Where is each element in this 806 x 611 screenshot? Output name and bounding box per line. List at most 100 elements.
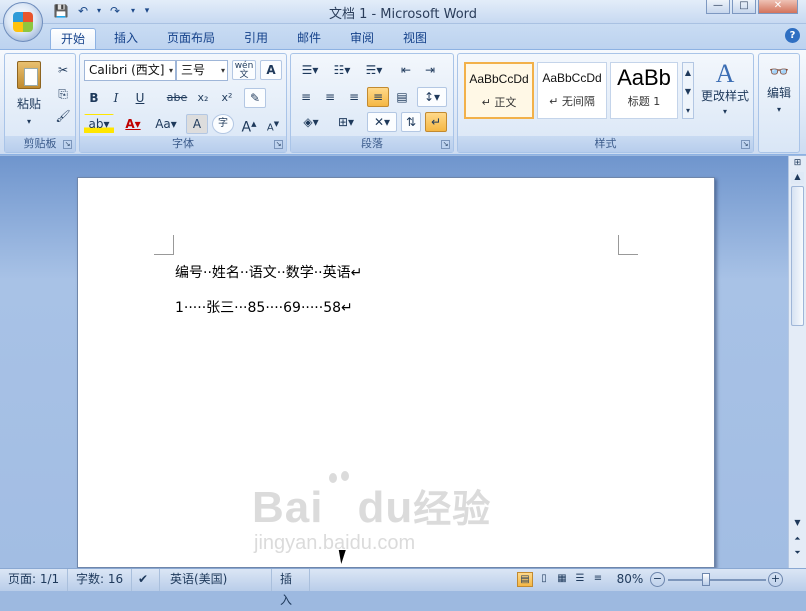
watermark-brand-2: du bbox=[357, 483, 414, 532]
align-left-icon[interactable]: ≡ bbox=[295, 87, 317, 107]
vertical-scrollbar[interactable]: ⊞ ▲ ▼ ⏶ ⏷ bbox=[788, 156, 806, 568]
draft-view-icon[interactable]: ≡ bbox=[590, 572, 606, 587]
zoom-level[interactable]: 80% bbox=[612, 569, 648, 590]
dialog-launcher-icon[interactable]: ↘ bbox=[441, 140, 450, 149]
scroll-down-icon[interactable]: ▼ bbox=[791, 518, 804, 530]
full-screen-reading-icon[interactable]: ▯ bbox=[536, 572, 552, 587]
ribbon: 粘贴 ▾ ✂ ⎘ 🖌 剪贴板 ↘ Calibri (西文] ▾ 三号 ▾ wén 文… bbox=[0, 49, 806, 155]
change-case-button[interactable]: Aa▾ bbox=[150, 114, 182, 134]
web-layout-icon[interactable]: ▦ bbox=[554, 572, 570, 587]
sort-icon[interactable]: ⇅ bbox=[401, 112, 421, 132]
copy-icon[interactable]: ⎘ bbox=[53, 84, 73, 104]
prev-page-icon[interactable]: ⏶ bbox=[791, 534, 804, 546]
ruler-toggle-icon[interactable]: ⊞ bbox=[791, 158, 804, 170]
office-button[interactable] bbox=[3, 2, 43, 42]
borders-icon[interactable]: ⊞▾ bbox=[331, 112, 361, 132]
paste-label: 粘贴 bbox=[16, 97, 41, 111]
proofing-icon[interactable]: ✔ bbox=[130, 569, 160, 591]
tab-review[interactable]: 审阅 bbox=[340, 28, 384, 50]
scroll-up-icon[interactable]: ▲ bbox=[791, 172, 804, 184]
print-layout-icon[interactable]: ▤ bbox=[517, 572, 533, 587]
subscript-button[interactable]: x₂ bbox=[192, 88, 214, 108]
style-normal[interactable]: AaBbCcDd ↵ 正文 bbox=[464, 62, 534, 119]
bullets-icon[interactable]: ☰▾ bbox=[295, 60, 325, 80]
watermark: Bai du经验 jingyan.baidu.com bbox=[252, 448, 532, 558]
line-spacing-icon[interactable]: ↕▾ bbox=[417, 87, 447, 107]
font-name-select[interactable]: Calibri (西文] ▾ bbox=[84, 60, 176, 81]
character-shading-button[interactable]: A bbox=[186, 114, 208, 134]
status-bar: 页面: 1/1 字数: 16 ✔ 英语(美国) 插入 ▤ ▯ ▦ ☰ ≡ 80%… bbox=[0, 568, 806, 607]
customize-qat-icon[interactable]: ▾ bbox=[138, 3, 156, 19]
shrink-font-button[interactable]: A▼ bbox=[262, 114, 284, 134]
highlight-color-button[interactable]: ab▾ bbox=[84, 114, 114, 134]
change-styles-icon: A bbox=[715, 59, 735, 88]
distributed-icon[interactable]: ▤ bbox=[391, 87, 413, 107]
style-no-spacing[interactable]: AaBbCcDd ↵ 无间隔 bbox=[537, 62, 607, 119]
tab-home[interactable]: 开始 bbox=[50, 28, 97, 50]
asian-layout-icon[interactable]: ✕▾ bbox=[367, 112, 397, 132]
dialog-launcher-icon[interactable]: ↘ bbox=[741, 140, 750, 149]
shading-icon[interactable]: ◈▾ bbox=[295, 112, 327, 132]
maximize-button[interactable]: □ bbox=[732, 0, 756, 14]
align-center-icon[interactable]: ≡ bbox=[319, 87, 341, 107]
enclose-characters-button[interactable]: 字 bbox=[212, 114, 234, 134]
font-group-label: 字体 bbox=[80, 136, 286, 152]
grow-font-button[interactable]: A▲ bbox=[238, 114, 260, 136]
styles-scroll[interactable]: ▲ ▼ ▾ bbox=[682, 62, 694, 119]
editing-group: 👓 编辑 ▾ bbox=[758, 53, 800, 153]
style-sample: AaBbCcDd bbox=[542, 71, 602, 85]
outline-view-icon[interactable]: ☰ bbox=[572, 572, 588, 587]
italic-button[interactable]: I bbox=[106, 88, 126, 108]
tab-references[interactable]: 引用 bbox=[234, 28, 278, 50]
zoom-slider-track[interactable] bbox=[668, 579, 766, 581]
minimize-button[interactable]: — bbox=[706, 0, 730, 14]
underline-button[interactable]: U bbox=[128, 88, 152, 108]
zoom-out-icon[interactable]: − bbox=[650, 572, 665, 587]
language-indicator[interactable]: 英语(美国) bbox=[162, 569, 272, 591]
style-heading-1[interactable]: AaBb 标题 1 bbox=[610, 62, 678, 119]
help-icon[interactable]: ? bbox=[785, 28, 800, 43]
multilevel-list-icon[interactable]: ☴▾ bbox=[359, 60, 389, 80]
next-page-icon[interactable]: ⏷ bbox=[791, 548, 804, 560]
bold-button[interactable]: B bbox=[84, 88, 104, 108]
align-right-icon[interactable]: ≡ bbox=[343, 87, 365, 107]
page-count[interactable]: 页面: 1/1 bbox=[0, 569, 69, 591]
tab-insert[interactable]: 插入 bbox=[104, 28, 148, 50]
save-icon[interactable]: 💾 bbox=[52, 3, 70, 19]
word-count[interactable]: 字数: 16 bbox=[68, 569, 133, 591]
tab-view[interactable]: 视图 bbox=[393, 28, 437, 50]
watermark-cn: 经验 bbox=[413, 489, 492, 531]
tab-mailings[interactable]: 邮件 bbox=[287, 28, 331, 50]
font-size-select[interactable]: 三号 ▾ bbox=[176, 60, 228, 81]
phonetic-guide-button[interactable]: wén 文 bbox=[232, 60, 256, 80]
decrease-indent-icon[interactable]: ⇤ bbox=[395, 60, 417, 80]
dialog-launcher-icon[interactable]: ↘ bbox=[63, 140, 72, 149]
numbering-icon[interactable]: ☷▾ bbox=[327, 60, 357, 80]
increase-indent-icon[interactable]: ⇥ bbox=[419, 60, 441, 80]
redo-icon[interactable]: ↷ bbox=[106, 3, 124, 19]
paste-button[interactable]: 粘贴 ▾ bbox=[9, 58, 49, 126]
strikethrough-button[interactable]: abe bbox=[164, 88, 190, 108]
zoom-in-icon[interactable]: + bbox=[768, 572, 783, 587]
editing-button[interactable]: 👓 编辑 ▾ bbox=[761, 58, 797, 128]
superscript-button[interactable]: x² bbox=[216, 88, 238, 108]
zoom-slider-thumb[interactable] bbox=[702, 573, 710, 586]
show-marks-icon[interactable]: ↵ bbox=[425, 112, 447, 132]
insert-mode[interactable]: 插入 bbox=[272, 569, 310, 607]
style-name: 标题 1 bbox=[627, 95, 661, 108]
clear-formatting-icon[interactable]: ✎ bbox=[244, 88, 266, 108]
format-painter-icon[interactable]: 🖌 bbox=[53, 106, 73, 126]
document-line: 编号··姓名··语文··数学··英语↵ bbox=[175, 265, 363, 281]
editing-label: 编辑 bbox=[766, 86, 791, 100]
character-border-button[interactable]: A bbox=[260, 60, 282, 80]
cut-icon[interactable]: ✂ bbox=[53, 60, 73, 80]
dialog-launcher-icon[interactable]: ↘ bbox=[274, 140, 283, 149]
style-name: ↵ 无间隔 bbox=[549, 95, 595, 108]
scroll-thumb[interactable] bbox=[791, 186, 804, 326]
close-button[interactable]: ✕ bbox=[758, 0, 798, 14]
justify-icon[interactable]: ≡ bbox=[367, 87, 389, 107]
font-color-button[interactable]: A▾ bbox=[118, 114, 148, 134]
tab-page-layout[interactable]: 页面布局 bbox=[157, 28, 225, 50]
styles-group: AaBbCcDd ↵ 正文 AaBbCcDd ↵ 无间隔 AaBb 标题 1 ▲… bbox=[457, 53, 754, 153]
change-styles-button[interactable]: A 更改样式 ▾ bbox=[698, 58, 752, 128]
